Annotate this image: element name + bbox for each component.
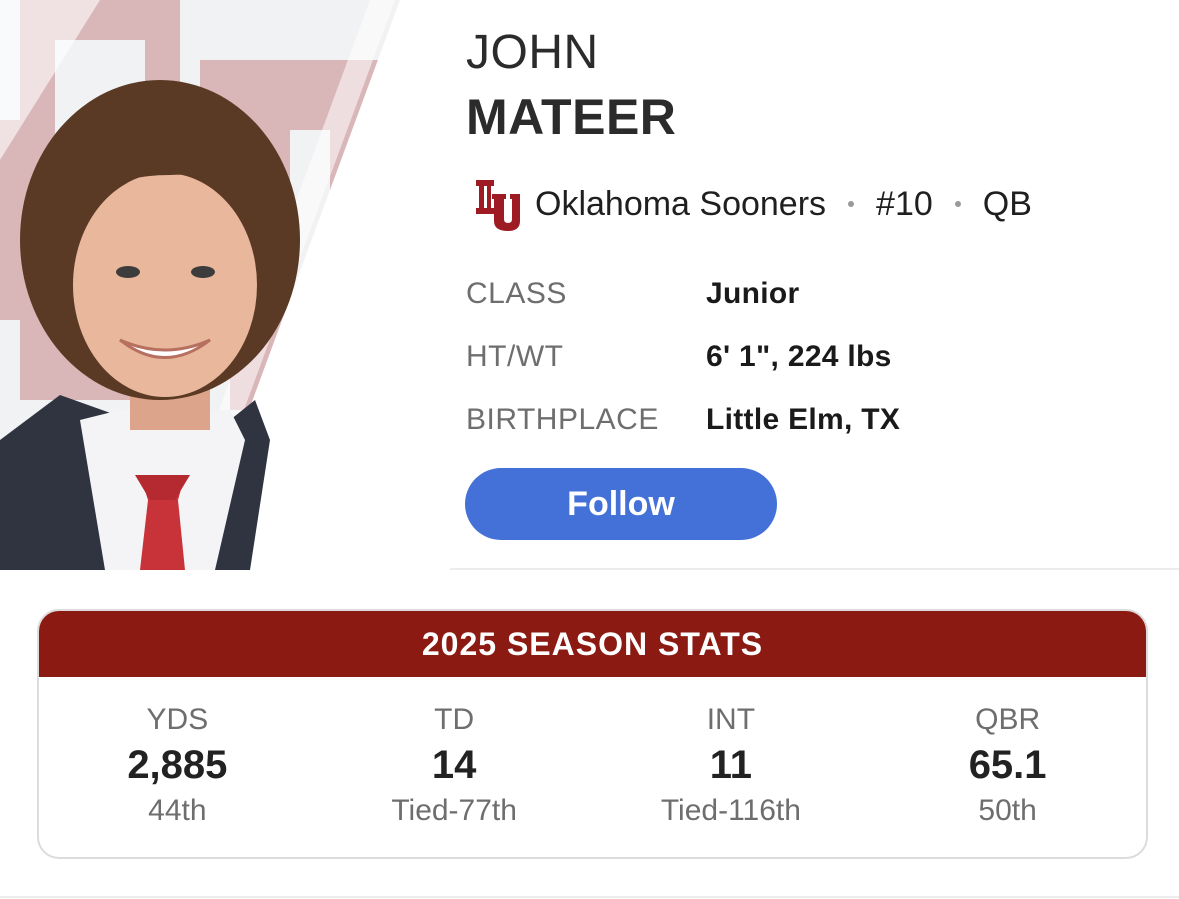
stat-label: TD [434, 703, 475, 736]
stat-td: TD 14 Tied-77th [316, 703, 593, 831]
player-last-name: MATEER [466, 89, 677, 145]
stat-label: YDS [146, 703, 209, 736]
stat-label: QBR [975, 703, 1041, 736]
stat-qbr: QBR 65.1 50th [869, 703, 1146, 831]
separator-dot [848, 201, 855, 207]
stat-label: INT [706, 703, 756, 736]
stat-value: 11 [709, 743, 753, 787]
player-profile-page: JOHN MATEER Oklahoma Sooners #10 QB CLAS… [0, 0, 1179, 899]
stats-row: YDS 2,885 44th TD 14 Tied-77th INT 11 Ti… [39, 677, 1146, 831]
bottom-divider [0, 896, 1179, 898]
stat-value: 2,885 [127, 743, 228, 787]
stat-rank: 50th [978, 794, 1037, 827]
player-position: QB [982, 184, 1032, 223]
separator-dot [954, 201, 961, 207]
player-first-name: JOHN [466, 26, 599, 79]
stat-rank: Tied-116th [660, 794, 801, 827]
jersey-number: #10 [876, 184, 933, 223]
stat-rank: 44th [148, 794, 207, 827]
player-header: JOHN MATEER Oklahoma Sooners #10 QB CLAS… [0, 0, 1179, 570]
stat-rank: Tied-77th [391, 794, 517, 827]
season-stats-card: 2025 SEASON STATS YDS 2,885 44th TD 14 T… [37, 609, 1148, 859]
info-label: HT/WT [466, 339, 564, 373]
oklahoma-ou-logo-icon[interactable] [470, 176, 522, 232]
info-label: CLASS [466, 276, 567, 310]
team-line: Oklahoma Sooners #10 QB [470, 176, 1032, 232]
info-value: Little Elm, TX [706, 402, 901, 436]
follow-button[interactable]: Follow [465, 468, 777, 540]
stat-value: 65.1 [968, 743, 1047, 787]
season-stats-title: 2025 SEASON STATS [39, 611, 1146, 677]
info-value: 6' 1", 224 lbs [706, 339, 892, 373]
info-row-birthplace: BIRTHPLACE Little Elm, TX [466, 388, 900, 451]
stat-value: 14 [431, 743, 477, 787]
stat-int: INT 11 Tied-116th [593, 703, 870, 831]
info-label: BIRTHPLACE [466, 402, 659, 436]
stat-yds: YDS 2,885 44th [39, 703, 316, 831]
info-value: Junior [706, 276, 800, 310]
team-name-link[interactable]: Oklahoma Sooners [535, 185, 826, 224]
player-info-table: CLASS Junior HT/WT 6' 1", 224 lbs BIRTHP… [466, 262, 900, 451]
info-row-ht-wt: HT/WT 6' 1", 224 lbs [466, 325, 900, 388]
info-row-class: CLASS Junior [466, 262, 900, 325]
player-photo [0, 0, 450, 570]
